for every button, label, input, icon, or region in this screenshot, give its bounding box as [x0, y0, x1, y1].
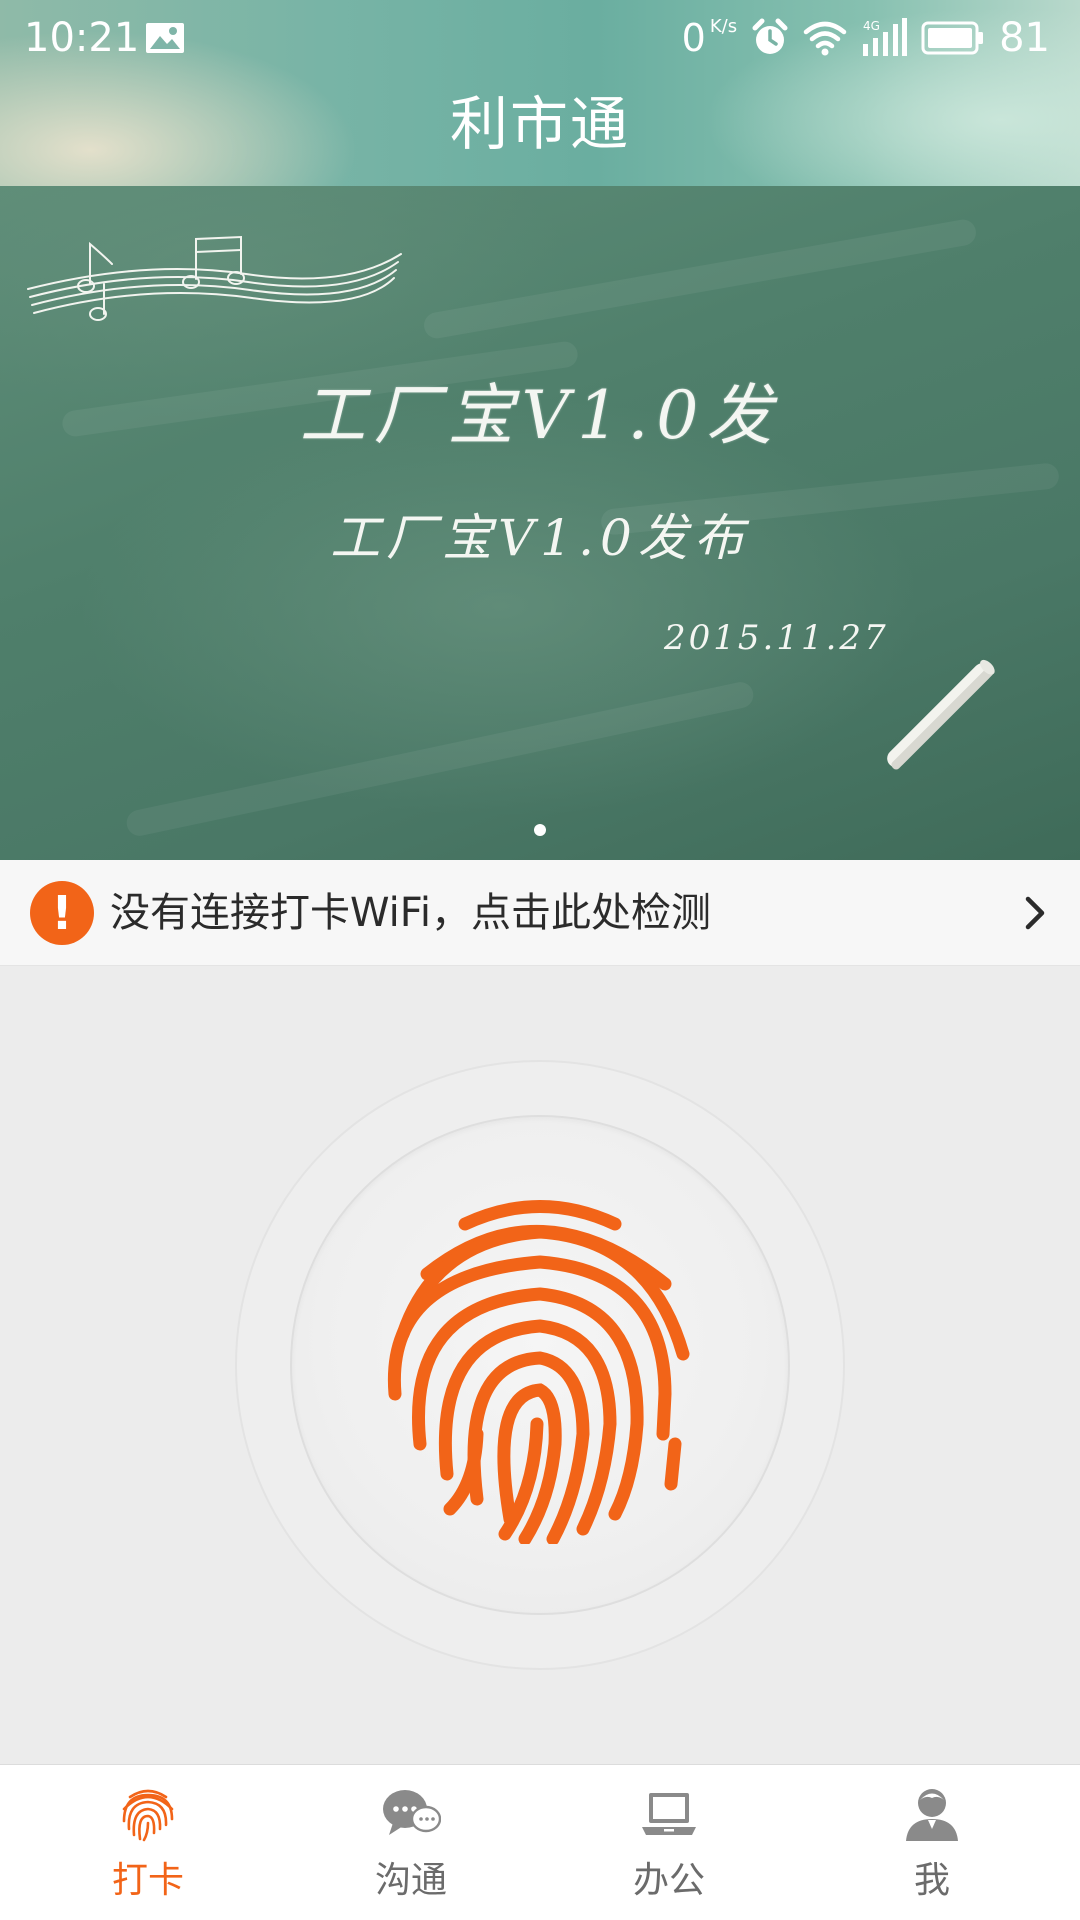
- chalk-smudge: [421, 217, 979, 341]
- banner-date: 2015.11.27: [664, 618, 889, 658]
- network-speed: 0 K/s: [682, 16, 737, 60]
- chalk-stick-image: [887, 659, 995, 770]
- tab-me[interactable]: 我: [797, 1765, 1067, 1920]
- cellular-signal-icon: 4G: [863, 18, 908, 56]
- network-speed-value: 0: [681, 16, 706, 60]
- laptop-icon: [642, 1793, 696, 1835]
- status-time: 10:21: [24, 15, 140, 61]
- gallery-notification-icon: [146, 23, 184, 53]
- page-title: 利市通: [449, 90, 630, 158]
- bottom-tab-bar: 打卡 沟通 办公 我: [0, 1764, 1080, 1920]
- tab-label: 办公: [632, 1860, 705, 1901]
- fingerprint-icon: [122, 1789, 174, 1842]
- tab-label: 沟通: [374, 1860, 447, 1901]
- tab-office[interactable]: 办公: [534, 1765, 804, 1920]
- tab-communicate[interactable]: 沟通: [276, 1765, 546, 1920]
- tab-punch[interactable]: 打卡: [13, 1765, 283, 1920]
- wifi-notice-text: 没有连接打卡WiFi，点击此处检测: [110, 890, 711, 936]
- wifi-icon: [803, 21, 847, 56]
- alarm-icon: [752, 18, 788, 54]
- network-type-label: 4G: [863, 19, 880, 33]
- warning-icon: !: [30, 881, 94, 945]
- punch-area: [0, 966, 1080, 1764]
- battery-icon: [921, 21, 984, 55]
- music-notes-doodle: [27, 235, 402, 321]
- network-speed-unit: K/s: [709, 16, 738, 37]
- banner-carousel[interactable]: 工厂宝V1.0发 工厂宝V1.0发布 2015.11.27: [0, 186, 1080, 860]
- carousel-page-indicator[interactable]: [534, 824, 546, 836]
- banner-headline: 工厂宝V1.0发: [299, 377, 781, 454]
- tab-label: 我: [913, 1860, 950, 1901]
- app-header: 10:21 0 K/s 4G 81 利市通: [0, 0, 1080, 186]
- chat-icon: [383, 1790, 441, 1835]
- user-icon: [906, 1789, 958, 1841]
- wifi-check-notice[interactable]: ! 没有连接打卡WiFi，点击此处检测: [0, 860, 1080, 966]
- battery-percent: 81: [999, 15, 1050, 61]
- status-bar: 10:21 0 K/s 4G 81: [0, 0, 1080, 76]
- tab-label: 打卡: [111, 1860, 184, 1901]
- chalk-smudge: [124, 679, 756, 839]
- banner-subheadline: 工厂宝V1.0发布: [330, 509, 750, 567]
- chevron-right-icon: [1025, 896, 1045, 930]
- fingerprint-icon[interactable]: [365, 1194, 715, 1544]
- status-right-group: 0 K/s 4G 81: [682, 12, 1050, 64]
